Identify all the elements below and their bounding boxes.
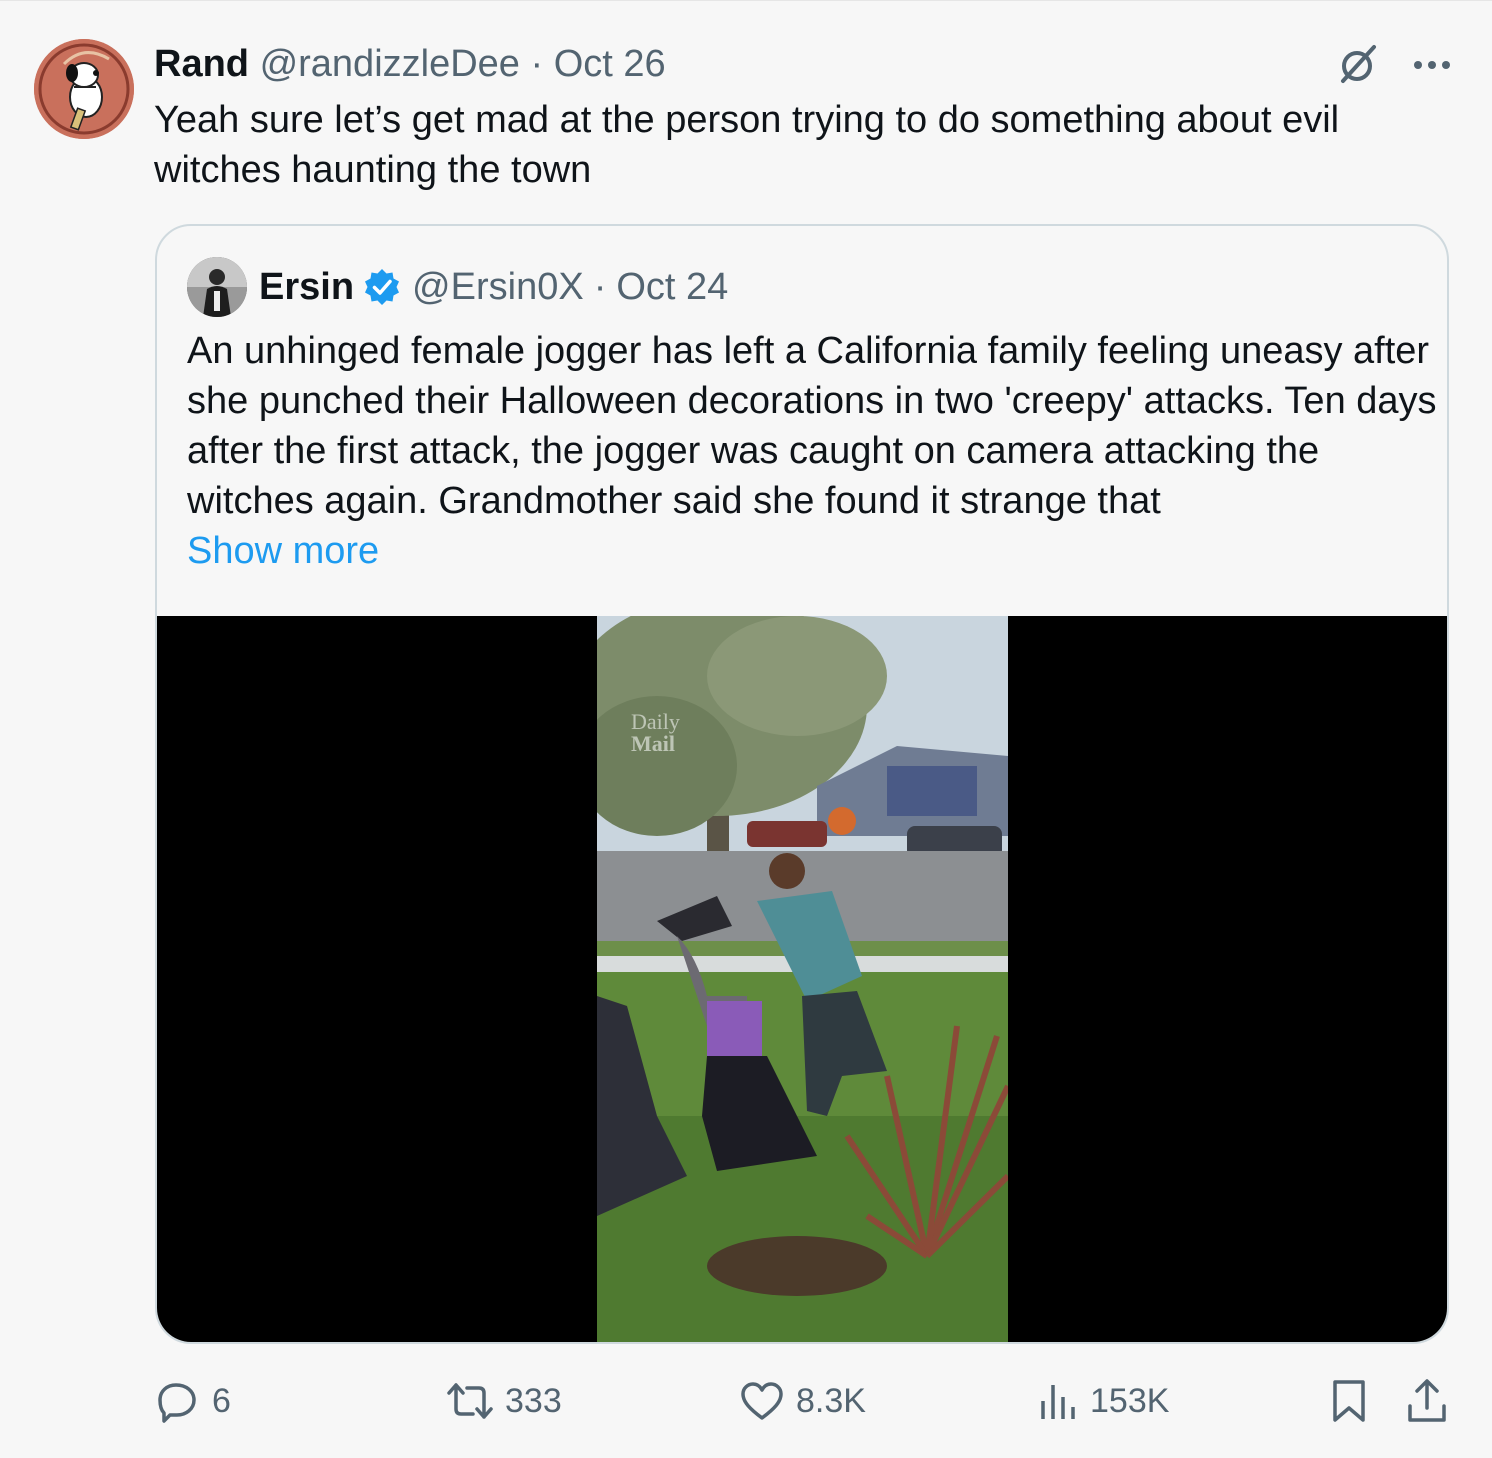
grok-icon[interactable]: [1336, 41, 1382, 92]
quoted-tweet-date[interactable]: Oct 24: [616, 264, 728, 310]
quoted-text-body: An unhinged female jogger has left a Cal…: [187, 330, 1437, 522]
like-count: 8.3K: [796, 1381, 866, 1420]
author-name[interactable]: Rand: [154, 43, 249, 85]
repost-icon: [447, 1383, 493, 1419]
bookmark-icon: [1333, 1380, 1365, 1422]
tweet-date[interactable]: Oct 26: [554, 43, 666, 85]
like-button[interactable]: 8.3K: [740, 1373, 866, 1429]
quoted-header-separator: ·: [593, 266, 607, 308]
repost-button[interactable]: 333: [447, 1373, 562, 1429]
reply-count: 6: [212, 1381, 231, 1420]
more-options-icon[interactable]: [1412, 58, 1452, 76]
tweet-header: Rand @randizzleDee · Oct 26: [154, 41, 666, 87]
snoopy-avatar-icon: [34, 39, 134, 139]
reply-button[interactable]: 6: [156, 1373, 231, 1429]
action-bar: 6 333 8.3K 153K: [0, 1373, 1492, 1433]
watermark-line1: Daily: [631, 709, 680, 734]
tweet-card[interactable]: Rand @randizzleDee · Oct 26 Yeah sure le…: [0, 0, 1492, 1458]
heart-icon: [741, 1382, 783, 1420]
watermark: Daily Mail: [631, 711, 680, 755]
views-button[interactable]: 153K: [1038, 1373, 1169, 1429]
author-handle[interactable]: @randizzleDee: [260, 43, 520, 85]
share-icon: [1408, 1379, 1446, 1422]
quoted-author-handle[interactable]: @Ersin0X: [412, 264, 584, 310]
person-avatar-icon: [187, 257, 247, 317]
watermark-line2: Mail: [631, 731, 675, 756]
views-chart-icon: [1041, 1385, 1075, 1419]
quoted-author-avatar[interactable]: [187, 257, 247, 317]
author-avatar[interactable]: [34, 39, 134, 139]
quoted-tweet-text: An unhinged female jogger has left a Cal…: [187, 326, 1437, 576]
repost-count: 333: [505, 1381, 562, 1420]
video-frame[interactable]: Daily Mail: [597, 616, 1008, 1342]
header-separator: ·: [530, 43, 544, 85]
bookmark-button[interactable]: [1330, 1373, 1368, 1429]
verified-badge-icon: [362, 267, 402, 307]
quoted-media[interactable]: Daily Mail: [157, 616, 1447, 1342]
tweet-top-actions: [1336, 41, 1452, 92]
reply-icon: [158, 1383, 196, 1423]
views-count: 153K: [1090, 1381, 1170, 1420]
share-button[interactable]: [1406, 1373, 1448, 1429]
quoted-author-name[interactable]: Ersin: [259, 264, 354, 310]
tweet-text: Yeah sure let’s get mad at the person tr…: [154, 99, 1340, 191]
quoted-header: Ersin @Ersin0X · Oct 24: [259, 264, 728, 310]
show-more-link[interactable]: Show more: [187, 530, 379, 572]
quoted-tweet[interactable]: Ersin @Ersin0X · Oct 24 An unhinged fema…: [155, 224, 1449, 1344]
